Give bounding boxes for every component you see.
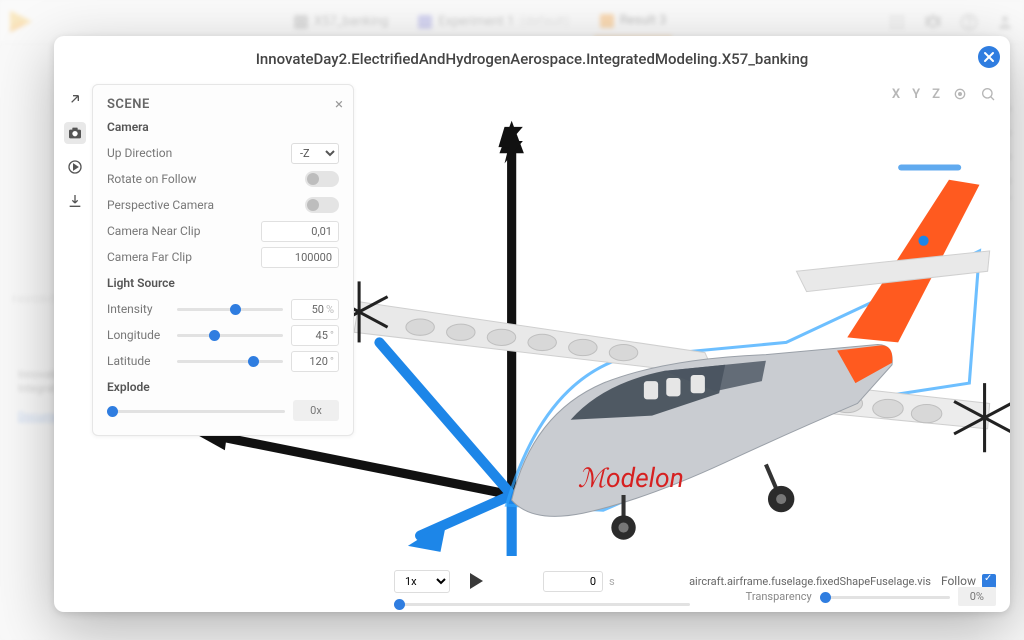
selection-path: aircraft.airframe.fuselage.fixedShapeFus… — [689, 575, 931, 588]
time-unit: s — [609, 575, 615, 588]
explode-slider[interactable] — [107, 403, 285, 419]
transparency-value: 0% — [958, 587, 996, 606]
longitude-label: Longitude — [107, 328, 169, 342]
axis-x-button[interactable]: X — [892, 87, 900, 102]
timeline-slider[interactable] — [394, 596, 690, 610]
follow-control: Follow — [941, 574, 996, 588]
follow-checkbox[interactable] — [982, 574, 996, 588]
scene-panel: × SCENE Camera Up Direction -Z Rotate on… — [92, 84, 354, 436]
near-clip-input[interactable] — [261, 221, 339, 242]
intensity-slider[interactable] — [177, 301, 283, 317]
latitude-slider[interactable] — [177, 353, 283, 369]
near-clip-label: Camera Near Clip — [107, 224, 200, 238]
viewer-modal: InnovateDay2.ElectrifiedAndHydrogenAeros… — [54, 36, 1010, 612]
latitude-value[interactable]: 120° — [291, 351, 339, 372]
transparency-slider[interactable] — [820, 589, 950, 605]
modal-title: InnovateDay2.ElectrifiedAndHydrogenAeros… — [70, 50, 994, 68]
far-clip-input[interactable] — [261, 247, 339, 268]
transparency-control: Transparency 0% — [746, 587, 996, 606]
up-direction-select[interactable]: -Z — [291, 143, 339, 164]
explode-label: Explode — [107, 380, 339, 394]
axis-controls: X Y Z — [892, 86, 996, 102]
brand-text: ℳodelon — [578, 463, 684, 494]
play-button[interactable] — [470, 573, 483, 589]
axis-z-button[interactable]: Z — [932, 87, 940, 102]
panel-close-icon[interactable]: × — [335, 95, 343, 113]
camera-section-label: Camera — [107, 120, 339, 134]
scene-heading: SCENE — [107, 97, 339, 112]
longitude-slider[interactable] — [177, 327, 283, 343]
explode-reset-button[interactable]: 0x — [293, 400, 339, 421]
perspective-toggle[interactable] — [305, 197, 339, 213]
follow-label: Follow — [941, 574, 976, 588]
intensity-value[interactable]: 50% — [291, 299, 339, 320]
modal-body: ℳodelon X Y Z × SCENE Camera Up Di — [54, 78, 1010, 612]
speed-select[interactable]: 1x — [394, 570, 450, 593]
zoom-target-icon[interactable] — [952, 86, 968, 102]
far-clip-label: Camera Far Clip — [107, 250, 192, 264]
modal-header: InnovateDay2.ElectrifiedAndHydrogenAeros… — [54, 36, 1010, 78]
perspective-label: Perspective Camera — [107, 198, 214, 212]
axis-y-button[interactable]: Y — [912, 87, 920, 102]
viewer-tool-column — [60, 84, 90, 212]
light-section-label: Light Source — [107, 276, 339, 290]
time-input[interactable] — [543, 571, 603, 592]
intensity-label: Intensity — [107, 302, 169, 316]
rotate-on-follow-toggle[interactable] — [305, 171, 339, 187]
close-button[interactable] — [978, 46, 1000, 68]
longitude-value[interactable]: 45° — [291, 325, 339, 346]
open-external-icon[interactable] — [64, 88, 86, 110]
latitude-label: Latitude — [107, 354, 169, 368]
zoom-fit-icon[interactable] — [980, 86, 996, 102]
rotate-on-follow-label: Rotate on Follow — [107, 172, 196, 186]
camera-icon[interactable] — [64, 122, 86, 144]
transparency-label: Transparency — [746, 590, 812, 603]
play-circle-icon[interactable] — [64, 156, 86, 178]
download-icon[interactable] — [64, 190, 86, 212]
close-icon — [983, 51, 995, 63]
up-direction-label: Up Direction — [107, 146, 172, 160]
